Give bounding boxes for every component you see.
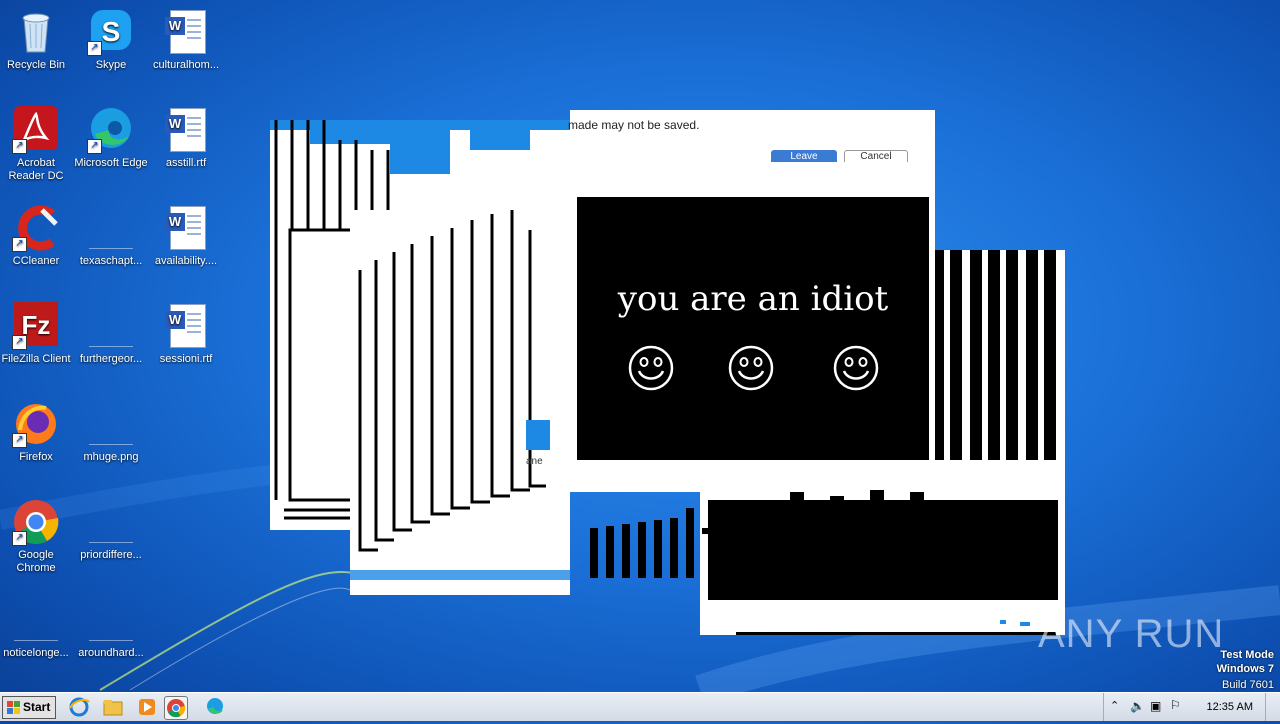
desktop-icon-ccleaner[interactable]: ↗ CCleaner (0, 204, 74, 268)
desktop-icon-culturalhom[interactable]: W culturalhom... (148, 8, 224, 72)
test-mode-label: Test Mode (1220, 649, 1274, 661)
shortcut-arrow-icon: ↗ (12, 237, 27, 252)
taskbar: Start ⌃ 🔈 ▣ ⚐ 12:35 AM (0, 692, 1280, 721)
desktop-icon-sessioni[interactable]: W sessioni.rtf (148, 302, 224, 366)
desktop-icon-label: Recycle Bin (6, 59, 66, 71)
smiley-icon (728, 345, 774, 391)
system-tray: ⌃ 🔈 ▣ ⚐ 12:35 AM (1103, 693, 1280, 721)
desktop-icon-label: asstill.rtf (165, 157, 207, 169)
glitch-artifacts (590, 490, 924, 578)
windows-logo-icon (7, 701, 20, 714)
chevron-up-icon[interactable]: ⌃ (1110, 699, 1119, 712)
file-explorer-icon[interactable] (102, 696, 124, 718)
desktop-icon-aroundhard[interactable]: aroundhard... (73, 596, 149, 660)
desktop-icon-priordiffere[interactable]: priordiffere... (73, 498, 149, 562)
desktop-icon-label: Microsoft Edge (74, 157, 148, 169)
start-label: Start (23, 700, 51, 714)
shortcut-arrow-icon: ↗ (12, 139, 27, 154)
shortcut-arrow-icon: ↗ (12, 531, 27, 546)
skype-icon: S ↗ (87, 8, 135, 56)
desktop-icon-mhuge[interactable]: mhuge.png (73, 400, 149, 464)
smiley-icon (833, 345, 879, 391)
blank-file-icon (87, 400, 135, 448)
blank-file-icon (87, 204, 135, 252)
popup-window-middle[interactable]: ane (350, 210, 570, 595)
dialog-message: made may not be saved. (568, 118, 700, 132)
desktop-icon-label: availability.... (154, 255, 218, 267)
shortcut-arrow-icon: ↗ (12, 433, 27, 448)
shortcut-arrow-icon: ↗ (87, 41, 102, 56)
fragment-label: ane (526, 456, 543, 467)
svg-text:S: S (102, 16, 121, 47)
word-doc-icon: W (162, 204, 210, 252)
chrome-taskbar-icon[interactable] (164, 696, 188, 720)
word-doc-icon: W (162, 302, 210, 350)
desktop-icon-label: sessioni.rtf (159, 353, 213, 365)
filezilla-icon: Fz ↗ (12, 302, 60, 350)
desktop-icon-skype[interactable]: S ↗ Skype (73, 8, 149, 72)
idiot-headline: you are an idiot (617, 279, 889, 319)
desktop-icon-label: Skype (95, 59, 127, 71)
desktop-icon-label: Google Chrome (16, 549, 56, 574)
desktop-icon-label: Firefox (19, 451, 53, 463)
desktop-icon-label: FileZilla Client (1, 353, 71, 365)
ccleaner-icon: ↗ (12, 204, 60, 252)
volume-icon[interactable]: 🔈 (1130, 699, 1145, 713)
show-desktop-button[interactable] (1265, 693, 1280, 721)
edge-taskbar-icon[interactable] (204, 696, 226, 718)
smiley-icon (628, 345, 674, 391)
shortcut-arrow-icon: ↗ (87, 139, 102, 154)
blank-file-icon (87, 302, 135, 350)
media-player-icon[interactable] (136, 696, 158, 718)
desktop-icon-texaschapt[interactable]: texaschapt... (73, 204, 149, 268)
desktop-icon-acrobat[interactable]: ↗ Acrobat Reader DC (0, 106, 74, 183)
desktop-icon-label: texaschapt... (79, 255, 143, 267)
recycle-bin-icon (12, 8, 60, 56)
leave-site-dialog: made may not be saved. Leave Cancel (568, 110, 935, 163)
desktop-icon-firefox[interactable]: ↗ Firefox (0, 400, 74, 464)
desktop-icon-label: priordiffere... (80, 549, 142, 561)
desktop-icon-noticelonge[interactable]: noticelonge... (0, 596, 74, 660)
desktop-icon-filezilla[interactable]: Fz ↗ FileZilla Client (0, 302, 74, 366)
word-doc-icon: W (162, 8, 210, 56)
build-label: Build 7601 (1222, 679, 1274, 691)
desktop-icon-label: mhuge.png (83, 451, 139, 463)
desktop-icon-label: CCleaner (12, 255, 60, 267)
desktop-icon-asstill[interactable]: W asstill.rtf (148, 106, 224, 170)
shortcut-arrow-icon: ↗ (12, 335, 27, 350)
desktop-icon-chrome[interactable]: ↗ Google Chrome (0, 498, 74, 575)
network-icon[interactable]: ▣ (1150, 699, 1161, 713)
word-doc-icon: W (162, 106, 210, 154)
internet-explorer-icon[interactable] (68, 696, 90, 718)
blank-file-icon (87, 596, 135, 644)
firefox-icon: ↗ (12, 400, 60, 448)
desktop-icon-recycle-bin[interactable]: Recycle Bin (0, 8, 74, 72)
blank-file-icon (87, 498, 135, 546)
flag-icon[interactable]: ⚐ (1170, 698, 1181, 712)
acrobat-icon: ↗ (12, 106, 60, 154)
desktop-icon-label: Acrobat Reader DC (8, 157, 64, 182)
idiot-screen[interactable]: you are an idiot (577, 197, 929, 460)
desktop-icon-label: aroundhard... (78, 647, 144, 659)
desktop-icon-availability[interactable]: W availability.... (148, 204, 224, 268)
anyrun-watermark: ANY RUN (1038, 612, 1225, 656)
desktop-icon-label: culturalhom... (152, 59, 220, 71)
glitch-artifacts (350, 210, 570, 580)
edge-icon: ↗ (87, 106, 135, 154)
start-button[interactable]: Start (2, 696, 56, 719)
clock[interactable]: 12:35 AM (1207, 701, 1253, 713)
desktop-icon-label: furthergeor... (79, 353, 143, 365)
desktop-icon-label: noticelonge... (3, 647, 69, 659)
windows-version-label: Windows 7 (1216, 663, 1274, 675)
chrome-icon: ↗ (12, 498, 60, 546)
desktop-icon-edge[interactable]: ↗ Microsoft Edge (73, 106, 149, 170)
desktop-icon-furthergeor[interactable]: furthergeor... (73, 302, 149, 366)
blank-file-icon (12, 596, 60, 644)
